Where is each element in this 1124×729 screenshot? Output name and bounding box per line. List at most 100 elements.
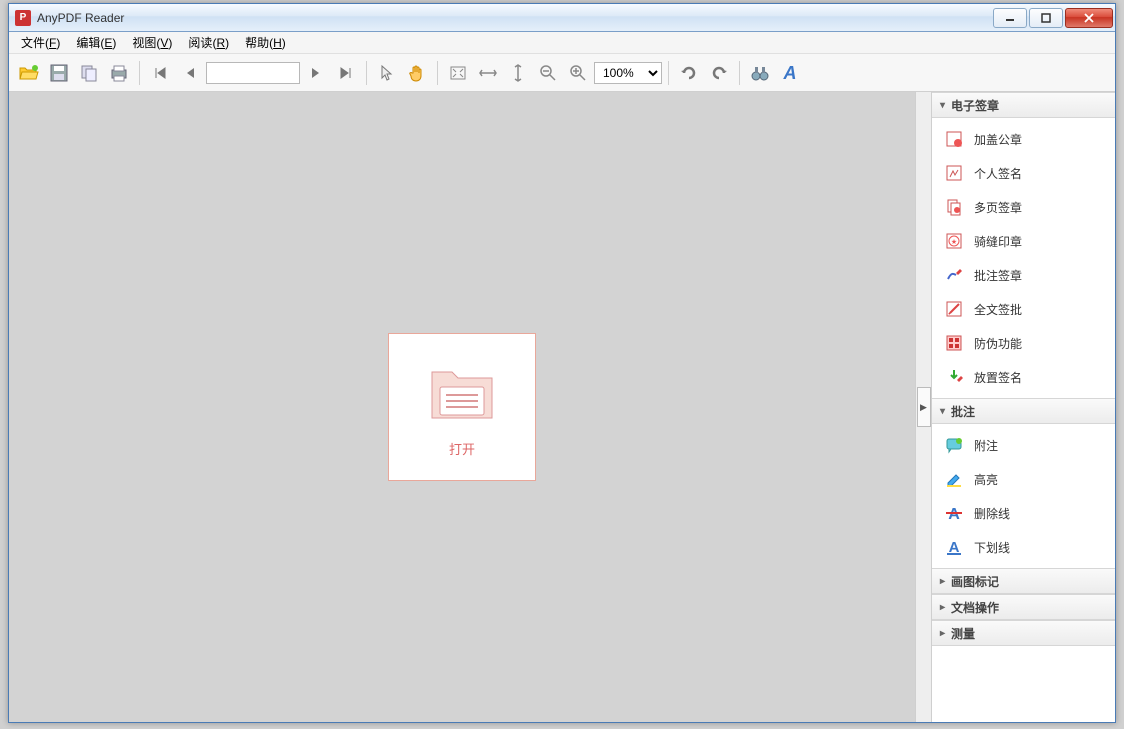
straddle-icon: ★	[944, 231, 964, 251]
toolbar-separator	[139, 61, 140, 85]
panel-head-drawing[interactable]: ▸ 画图标记	[932, 568, 1115, 594]
sidebar-item-underline[interactable]: A 下划线	[932, 530, 1115, 564]
sidebar-item-anticounterfeit[interactable]: 防伪功能	[932, 326, 1115, 360]
sidebar-item-label: 下划线	[974, 539, 1010, 556]
hand-icon	[408, 64, 426, 82]
annot-sign-icon	[944, 265, 964, 285]
panel-title: 测量	[951, 625, 975, 642]
sidebar-toggle-button[interactable]: ▶	[917, 387, 931, 427]
save-button[interactable]	[45, 59, 73, 87]
next-icon	[309, 65, 323, 81]
document-canvas: 打开	[9, 92, 915, 722]
close-icon	[1084, 13, 1094, 23]
stamp-icon	[944, 129, 964, 149]
sidebar-item-highlight[interactable]: 高亮	[932, 462, 1115, 496]
toolbar-separator	[366, 61, 367, 85]
zoom-out-button[interactable]	[534, 59, 562, 87]
menu-file[interactable]: 文件(F)	[13, 32, 68, 53]
last-page-button[interactable]	[332, 59, 360, 87]
sidebar-item-annot-sign[interactable]: 批注签章	[932, 258, 1115, 292]
zoom-out-icon	[539, 64, 557, 82]
note-icon	[944, 435, 964, 455]
fit-height-button[interactable]	[504, 59, 532, 87]
menu-read[interactable]: 阅读(R)	[180, 32, 237, 53]
rotate-cw-button[interactable]	[705, 59, 733, 87]
sidebar-item-label: 批注签章	[974, 267, 1022, 284]
minimize-button[interactable]	[993, 8, 1027, 28]
app-icon: P	[15, 10, 31, 26]
fit-page-button[interactable]	[444, 59, 472, 87]
next-page-button[interactable]	[302, 59, 330, 87]
sidebar-collapse-strip: ▶	[915, 92, 931, 722]
prev-page-button[interactable]	[176, 59, 204, 87]
strike-icon: A	[944, 503, 964, 523]
fit-width-icon	[478, 66, 498, 80]
minimize-icon	[1005, 13, 1015, 23]
window-title: AnyPDF Reader	[37, 11, 124, 25]
panel-body-annot: 附注 高亮 A 删除线 A 下划线	[932, 424, 1115, 568]
panel-title: 批注	[951, 403, 975, 420]
toolbar-separator	[437, 61, 438, 85]
chevron-right-icon: ▸	[940, 576, 945, 587]
print-button[interactable]	[105, 59, 133, 87]
panel-title: 电子签章	[951, 97, 999, 114]
svg-text:★: ★	[951, 238, 957, 246]
menu-edit[interactable]: 编辑(E)	[68, 32, 124, 53]
anticounterfeit-icon	[944, 333, 964, 353]
text-tool-button[interactable]: A	[776, 59, 804, 87]
close-button[interactable]	[1065, 8, 1113, 28]
chevron-down-icon: ▾	[940, 406, 945, 417]
sidebar-item-straddle-seal[interactable]: ★ 骑缝印章	[932, 224, 1115, 258]
chevron-right-icon: ▸	[940, 602, 945, 613]
menu-view[interactable]: 视图(V)	[124, 32, 180, 53]
first-page-icon	[152, 65, 168, 81]
panel-head-docops[interactable]: ▸ 文档操作	[932, 594, 1115, 620]
panel-head-annot[interactable]: ▾ 批注	[932, 398, 1115, 424]
open-file-button[interactable]	[15, 59, 43, 87]
sidebar-item-strikethrough[interactable]: A 删除线	[932, 496, 1115, 530]
menu-help[interactable]: 帮助(H)	[237, 32, 294, 53]
text-a-icon: A	[780, 63, 800, 83]
panel-title: 画图标记	[951, 573, 999, 590]
find-button[interactable]	[746, 59, 774, 87]
fit-width-button[interactable]	[474, 59, 502, 87]
titlebar: P AnyPDF Reader	[9, 4, 1115, 32]
sidebar-item-label: 骑缝印章	[974, 233, 1022, 250]
sidebar-item-note[interactable]: 附注	[932, 428, 1115, 462]
copy-icon	[79, 63, 99, 83]
hand-tool-button[interactable]	[403, 59, 431, 87]
prev-icon	[183, 65, 197, 81]
folder-open-icon	[18, 63, 40, 83]
highlight-icon	[944, 469, 964, 489]
app-window: P AnyPDF Reader 文件(F) 编辑(E) 视图(V) 阅读(R) …	[8, 3, 1116, 723]
zoom-in-button[interactable]	[564, 59, 592, 87]
panel-body-esign: 加盖公章 个人签名 多页签章 ★ 骑缝印章 批注签章	[932, 118, 1115, 398]
open-file-card[interactable]: 打开	[388, 333, 536, 481]
multipage-icon	[944, 197, 964, 217]
panel-head-esign[interactable]: ▾ 电子签章	[932, 92, 1115, 118]
sidebar-item-multipage-sign[interactable]: 多页签章	[932, 190, 1115, 224]
sidebar-item-label: 防伪功能	[974, 335, 1022, 352]
sidebar-item-place-sign[interactable]: 放置签名	[932, 360, 1115, 394]
first-page-button[interactable]	[146, 59, 174, 87]
sidebar-item-fulltext-sign[interactable]: 全文签批	[932, 292, 1115, 326]
binoculars-icon	[751, 64, 769, 82]
page-number-input[interactable]	[206, 62, 300, 84]
open-card-label: 打开	[449, 439, 475, 458]
select-tool-button[interactable]	[373, 59, 401, 87]
zoom-select[interactable]: 100%	[594, 62, 662, 84]
maximize-icon	[1041, 13, 1051, 23]
sidebar-item-label: 删除线	[974, 505, 1010, 522]
sidebar-item-personal-sign[interactable]: 个人签名	[932, 156, 1115, 190]
sidebar: ▾ 电子签章 加盖公章 个人签名 多页签章 ★ 骑缝印章	[931, 92, 1115, 722]
window-controls	[993, 8, 1115, 28]
panel-head-measure[interactable]: ▸ 测量	[932, 620, 1115, 646]
sidebar-item-label: 多页签章	[974, 199, 1022, 216]
maximize-button[interactable]	[1029, 8, 1063, 28]
sidebar-item-official-seal[interactable]: 加盖公章	[932, 122, 1115, 156]
rotate-ccw-button[interactable]	[675, 59, 703, 87]
copy-button[interactable]	[75, 59, 103, 87]
svg-text:A: A	[783, 63, 797, 83]
sidebar-item-label: 放置签名	[974, 369, 1022, 386]
workspace: 打开 ▶ ▾ 电子签章 加盖公章 个人签名	[9, 92, 1115, 722]
